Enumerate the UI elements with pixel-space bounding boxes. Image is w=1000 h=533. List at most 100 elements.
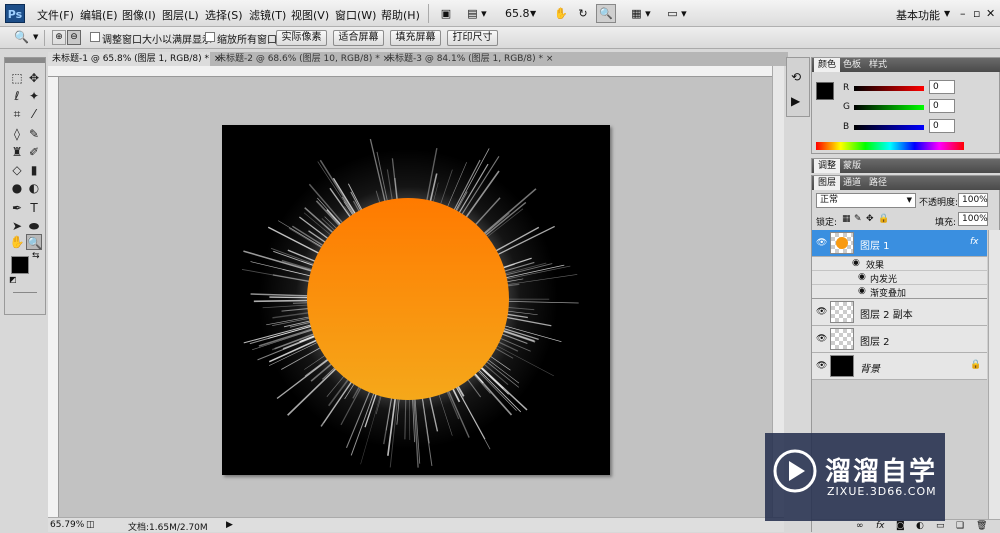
pen-tool-icon[interactable]: ✒ [9,200,25,216]
lock-image-icon[interactable]: ✎ [854,214,862,224]
type-tool-icon[interactable]: T [26,200,42,216]
blur-tool-icon[interactable]: ● [9,180,25,196]
eyedropper-icon[interactable]: ⁄ [26,106,42,122]
foreground-color-swatch[interactable] [816,82,834,100]
tab-masks[interactable]: 蒙版 [839,159,865,173]
foreground-color-swatch[interactable] [11,256,29,274]
toolbox-grip[interactable] [5,58,45,63]
ruler-top[interactable] [48,66,772,77]
clone-stamp-icon[interactable]: ♜ [9,144,25,160]
actual-pixels-button[interactable]: 实际像素 [276,30,327,46]
menu-file[interactable]: 文件(F) [37,7,74,23]
blue-slider[interactable] [854,125,924,130]
tab-color[interactable]: 颜色 [814,58,840,72]
workspace-switcher[interactable]: 基本功能 [896,7,940,23]
tab-channels[interactable]: 通道 [839,176,865,190]
fx-badge[interactable]: fx [970,237,979,247]
history-brush-icon[interactable]: ✐ [26,144,42,160]
layer-name[interactable]: 图层 1 [860,237,890,252]
visibility-eye-icon[interactable]: 👁 [816,238,827,248]
move-tool-icon[interactable]: ✥ [26,70,42,86]
green-value[interactable]: 0 [929,99,955,113]
tab-untitled-2[interactable]: 未标题-2 @ 68.6% (图层 10, RGB/8) * × [213,52,380,66]
restore-icon[interactable]: ▫ [973,7,980,20]
tab-adjustments[interactable]: 调整 [814,159,840,173]
delete-layer-icon[interactable]: 🗑 [976,521,987,531]
status-zoom[interactable]: 65.79% [50,520,84,530]
add-style-icon[interactable]: fx [876,521,885,531]
menu-filter[interactable]: 滤镜(T) [249,7,286,23]
effects-row[interactable]: ◉ 效果 [812,257,987,271]
layer-row-background[interactable]: 👁 背景 🔒 [812,353,987,380]
magic-wand-icon[interactable]: ✦ [26,88,42,104]
blend-mode-select[interactable]: 正常 ▼ [816,193,916,208]
zoom-tool-icon[interactable]: 🔍 [26,234,42,250]
red-slider[interactable] [854,86,924,91]
new-layer-icon[interactable]: ❑ [956,521,964,531]
zoom-out-icon[interactable]: ⊖ [67,30,81,45]
new-group-icon[interactable]: ▭ [936,521,945,531]
crop-tool-icon[interactable]: ⌗ [9,106,25,122]
brush-tool-icon[interactable]: ✎ [26,126,42,142]
print-size-button[interactable]: 打印尺寸 [447,30,498,46]
visibility-eye-icon[interactable]: 👁 [816,361,827,371]
lock-transparent-icon[interactable]: ▦ [842,214,851,224]
layers-scrollbar[interactable] [988,230,1000,520]
tab-paths[interactable]: 路径 [865,176,891,190]
zoom-tool-icon[interactable]: 🔍 [14,30,29,44]
fit-screen-button[interactable]: 适合屏幕 [333,30,384,46]
ruler-left[interactable] [48,77,59,517]
zoom-all-windows-checkbox[interactable] [205,32,215,42]
visibility-eye-icon[interactable]: ◉ [858,272,866,282]
tab-untitled-1[interactable]: 未标题-1 @ 65.8% (图层 1, RGB/8) * × [48,52,210,66]
fill-value[interactable]: 100% [958,212,988,226]
visibility-eye-icon[interactable]: ◉ [858,286,866,296]
close-icon[interactable]: ✕ [986,7,995,20]
resize-windows-checkbox[interactable] [90,32,100,42]
healing-brush-icon[interactable]: ◊ [9,126,25,142]
layer-row-1[interactable]: 👁 图层 1 fx [812,230,987,257]
history-icon[interactable]: ⟲ [791,70,801,84]
chevron-down-icon[interactable]: ▼ [33,33,38,41]
screen-mode-icon[interactable]: ▭ ▾ [662,4,692,23]
lock-all-icon[interactable]: 🔒 [878,214,889,224]
zoom-level[interactable]: 65.8 [505,7,530,20]
zoom-tool-icon[interactable]: 🔍 [596,4,616,23]
close-icon[interactable]: × [546,54,554,64]
view-extras-icon[interactable]: ▤ ▾ [462,4,492,23]
hand-tool-icon[interactable]: ✋ [551,4,571,23]
hand-tool-icon[interactable]: ✋ [9,234,25,250]
document-canvas[interactable] [222,125,610,475]
effect-inner-glow[interactable]: ◉ 内发光 [812,271,987,285]
rotate-view-icon[interactable]: ↻ [573,4,593,23]
layer-name[interactable]: 图层 2 [860,333,890,348]
menu-select[interactable]: 选择(S) [205,7,243,23]
gradient-tool-icon[interactable]: ▮ [26,162,42,178]
marquee-tool-icon[interactable]: ⬚ [9,70,25,86]
default-colors-icon[interactable]: ◩ [9,275,17,284]
eraser-icon[interactable]: ◇ [9,162,25,178]
red-value[interactable]: 0 [929,80,955,94]
menu-help[interactable]: 帮助(H) [381,7,420,23]
visibility-eye-icon[interactable]: 👁 [816,334,827,344]
new-adjustment-icon[interactable]: ◐ [916,521,924,531]
menu-image[interactable]: 图像(I) [122,7,156,23]
shape-tool-icon[interactable]: ⬬ [26,218,42,234]
layer-row-2-copy[interactable]: 👁 图层 2 副本 [812,299,987,326]
quick-mask-icon[interactable] [13,292,37,293]
minimize-icon[interactable]: – [960,7,966,20]
menu-view[interactable]: 视图(V) [291,7,329,23]
swap-colors-icon[interactable]: ⇆ [32,251,40,261]
visibility-eye-icon[interactable]: ◉ [852,258,860,268]
tab-layers[interactable]: 图层 [814,176,840,190]
tab-untitled-3[interactable]: 未标题-3 @ 84.1% (图层 1, RGB/8) * × [382,52,549,66]
menu-edit[interactable]: 编辑(E) [80,7,118,23]
tab-styles[interactable]: 样式 [865,58,891,72]
menu-layer[interactable]: 图层(L) [162,7,199,23]
bridge-icon[interactable]: ▣ [436,4,456,23]
fill-screen-button[interactable]: 填充屏幕 [390,30,441,46]
zoom-in-icon[interactable]: ⊕ [52,30,66,45]
tab-swatches[interactable]: 色板 [839,58,865,72]
opacity-value[interactable]: 100% [958,193,988,207]
layer-name[interactable]: 图层 2 副本 [860,306,913,321]
